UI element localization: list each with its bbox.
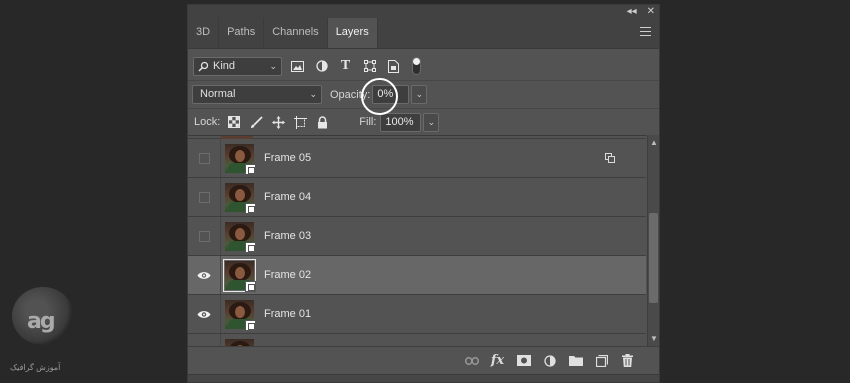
- panel-tabs: 3D Paths Channels Layers: [188, 18, 659, 49]
- tab-layers[interactable]: Layers: [327, 18, 378, 48]
- visibility-toggle[interactable]: [188, 295, 220, 333]
- layer-name: Frame 02: [264, 269, 312, 281]
- layer-name: Frame 04: [264, 191, 312, 203]
- shape-layer-filter-icon[interactable]: [362, 59, 377, 74]
- fx-icon[interactable]: fx: [490, 353, 505, 368]
- smart-object-badge-icon: [245, 319, 256, 331]
- tab-paths[interactable]: Paths: [219, 18, 265, 48]
- hidden-visibility-box: [198, 230, 210, 242]
- filter-row: Kind ⌄ T: [188, 52, 659, 80]
- opacity-field[interactable]: 0%: [372, 85, 410, 104]
- close-icon[interactable]: ✕: [647, 6, 655, 17]
- layers-list: Frame 05 Frame 04 Frame 03 Frame 02 Fram…: [188, 135, 646, 346]
- new-layer-icon[interactable]: [594, 353, 609, 368]
- visibility-toggle[interactable]: [188, 178, 220, 216]
- blend-mode-value: Normal: [200, 88, 236, 100]
- type-layer-filter-icon[interactable]: T: [338, 58, 353, 74]
- tab-channels[interactable]: Channels: [264, 18, 328, 48]
- panel-footer: fx: [188, 346, 659, 374]
- opacity-label: Opacity:: [330, 88, 371, 101]
- fill-label: Fill:: [359, 116, 377, 128]
- layer-name: Frame 03: [264, 230, 312, 242]
- layer-thumbnail: [223, 142, 256, 175]
- blend-row: Normal ⌄ Opacity: 0% ⌄: [188, 80, 659, 108]
- layer-row-frame-03[interactable]: Frame 03: [188, 217, 646, 256]
- layer-row-frame-01[interactable]: Frame 01: [188, 295, 646, 334]
- fill-field[interactable]: 100%: [380, 112, 422, 132]
- lock-row: Lock: Fill: 100% ⌄: [188, 108, 659, 135]
- new-group-icon[interactable]: [568, 353, 583, 368]
- blend-mode-select[interactable]: Normal ⌄: [192, 85, 322, 104]
- eye-icon: [197, 310, 211, 318]
- trash-icon[interactable]: [620, 353, 635, 368]
- visibility-toggle[interactable]: [188, 256, 220, 294]
- layer-row-frame-02[interactable]: Frame 02: [188, 256, 646, 295]
- lock-label: Lock:: [194, 116, 221, 128]
- layer-thumbnail: [223, 337, 256, 346]
- layer-row-partial: [188, 334, 646, 346]
- layer-thumbnail: [223, 181, 256, 214]
- watermark-logo: ag آموزش گرافیک: [8, 283, 88, 379]
- smart-object-badge-icon: [245, 280, 256, 292]
- panel-menu-icon[interactable]: [640, 27, 651, 36]
- lock-all-icon[interactable]: [315, 115, 329, 129]
- visibility-toggle[interactable]: [188, 217, 220, 255]
- panel-bottom-strip: [188, 374, 659, 382]
- layers-scrollbar[interactable]: ▲ ▼: [647, 135, 659, 346]
- kind-filter-select[interactable]: Kind ⌄: [193, 56, 282, 76]
- lock-image-pixels-icon[interactable]: [249, 115, 263, 129]
- visibility-toggle[interactable]: [188, 139, 220, 177]
- opacity-slider-button[interactable]: ⌄: [411, 85, 428, 104]
- fill-slider-button[interactable]: ⌄: [423, 112, 440, 132]
- chevron-down-icon: ⌄: [269, 60, 277, 71]
- lock-transparent-pixels-icon[interactable]: [227, 115, 241, 129]
- kind-filter-label: Kind: [213, 60, 236, 72]
- hidden-visibility-box: [198, 152, 210, 164]
- smart-object-badge-icon: [245, 241, 256, 253]
- scroll-up-icon[interactable]: ▲: [650, 138, 658, 147]
- layer-name: Frame 01: [264, 308, 312, 320]
- adjustment-layer-filter-icon[interactable]: [314, 59, 329, 74]
- smart-object-badge-icon: [245, 163, 256, 175]
- layer-link-badge-icon: [605, 153, 616, 164]
- eye-icon: [197, 271, 211, 279]
- lock-artboard-icon[interactable]: [293, 115, 307, 129]
- chevron-down-icon: ⌄: [309, 89, 317, 99]
- panel-titlebar: ◂◂ ✕: [188, 5, 659, 19]
- smart-object-badge-icon: [245, 202, 256, 214]
- scroll-down-icon[interactable]: ▼: [650, 334, 658, 343]
- new-adjustment-icon[interactable]: [542, 353, 557, 368]
- add-mask-icon[interactable]: [516, 353, 531, 368]
- layer-thumbnail: [223, 220, 256, 253]
- layer-row-frame-04[interactable]: Frame 04: [188, 178, 646, 217]
- layers-panel: ◂◂ ✕ 3D Paths Channels Layers Kind ⌄ T N…: [187, 4, 660, 383]
- scrollbar-thumb[interactable]: [649, 213, 658, 303]
- search-icon: [198, 61, 209, 72]
- layer-row-frame-05[interactable]: Frame 05: [188, 139, 646, 178]
- lock-position-icon[interactable]: [271, 115, 285, 129]
- collapse-icon[interactable]: ◂◂: [627, 6, 637, 17]
- smart-object-filter-icon[interactable]: [386, 59, 401, 74]
- filter-toggle[interactable]: [412, 57, 421, 75]
- pixel-layer-filter-icon[interactable]: [290, 59, 305, 74]
- tab-3d[interactable]: 3D: [188, 18, 220, 48]
- hidden-visibility-box: [198, 191, 210, 203]
- link-layers-icon[interactable]: [464, 353, 479, 368]
- layer-name: Frame 05: [264, 152, 312, 164]
- layer-thumbnail: [223, 298, 256, 331]
- layer-thumbnail: [223, 258, 256, 292]
